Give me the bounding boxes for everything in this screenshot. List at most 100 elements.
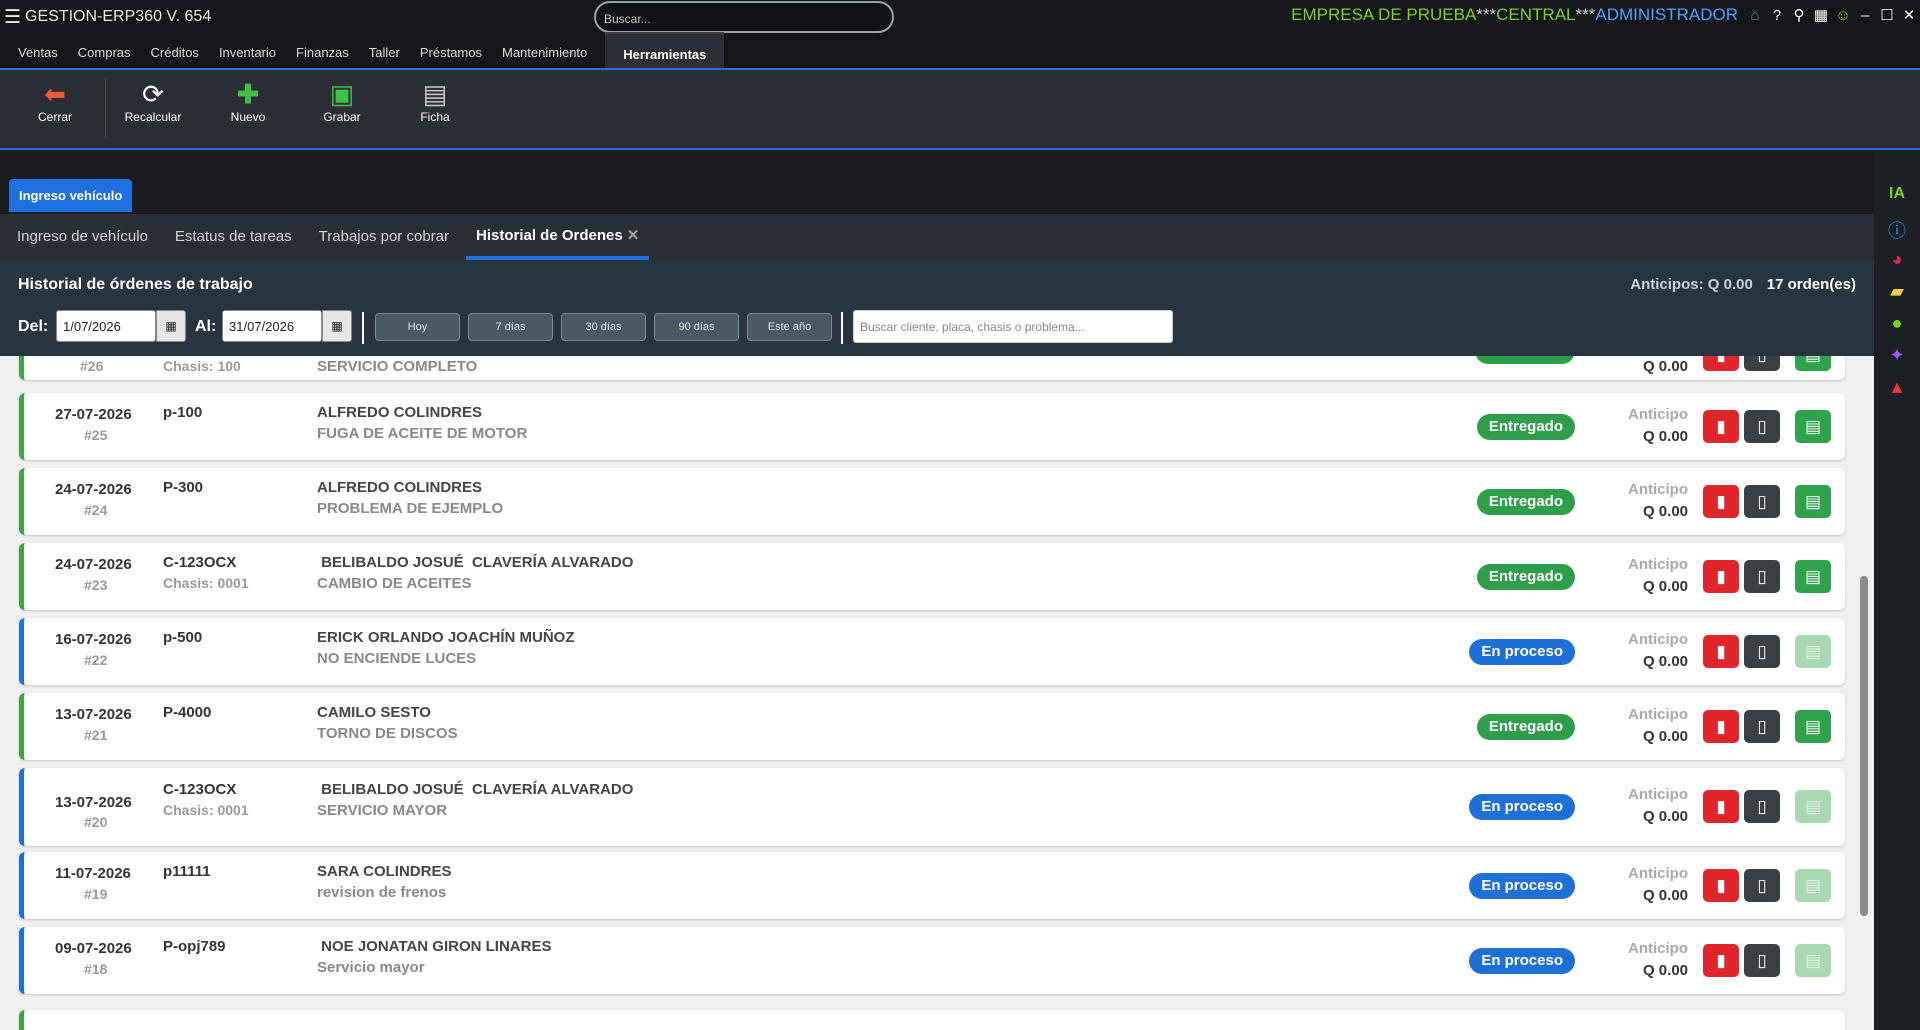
delete-button[interactable]: ▮ xyxy=(1703,944,1739,977)
order-card[interactable]: 27-07-2026 #25 p-100 ALFREDO COLINDRES FUGA … xyxy=(19,393,1845,460)
pdf-button[interactable]: ▯ xyxy=(1744,635,1780,668)
order-anticipo-amount: Q 0.00 xyxy=(1642,728,1688,745)
order-number: #23 xyxy=(84,577,108,593)
delete-button[interactable]: ▮ xyxy=(1703,710,1739,743)
menu-taller[interactable]: Taller xyxy=(359,32,410,68)
sticky-note-icon[interactable]: ▰ xyxy=(1884,281,1910,302)
order-card[interactable]: 13-07-2026 #20 C-123OCX Chasis: 0001 BELIBA… xyxy=(19,768,1845,846)
status-badge: En proceso xyxy=(1469,948,1575,974)
close-tab-icon[interactable]: ✕ xyxy=(627,227,640,244)
smiley-icon[interactable]: ☺ xyxy=(1832,7,1854,24)
recalculate-label: Recalcular xyxy=(124,110,182,124)
order-card[interactable]: 09-07-2026 #18 P-opj789 NOE JONATAN GIRON … xyxy=(19,927,1845,994)
anticipo-label: Anticipo xyxy=(1628,481,1688,498)
menu-prestamos[interactable]: Préstamos xyxy=(410,32,492,68)
pdf-button[interactable]: ▯ xyxy=(1744,869,1780,902)
invoice-button[interactable]: ▤ xyxy=(1795,710,1831,743)
delete-button[interactable]: ▮ xyxy=(1703,485,1739,518)
calendar-from-icon[interactable]: ▦ xyxy=(156,310,186,342)
order-anticipo-amount: Q 0.00 xyxy=(1642,578,1688,595)
menu-inventario[interactable]: Inventario xyxy=(209,32,286,68)
date-to-input[interactable]: 31/07/2026 xyxy=(222,310,322,342)
anticipo-label: Anticipo xyxy=(1628,631,1688,648)
anticipo-label: Anticipo xyxy=(1628,406,1688,423)
info-icon[interactable]: ⓘ xyxy=(1884,217,1910,243)
order-anticipo-amount: Q 0.00 xyxy=(1642,808,1688,825)
delete-button[interactable]: ▮ xyxy=(1703,410,1739,443)
status-badge: En proceso xyxy=(1469,873,1575,899)
list-scrollbar[interactable] xyxy=(1856,356,1874,1030)
doc-tab-ingreso-vehiculo[interactable]: Ingreso vehículo xyxy=(9,179,133,212)
tab-estatus-tareas[interactable]: Estatus de tareas xyxy=(165,214,302,260)
7-days-button[interactable]: 7 días xyxy=(468,313,553,341)
invoice-button[interactable]: ▤ xyxy=(1795,410,1831,443)
save-label: Grabar xyxy=(323,110,361,124)
help-icon[interactable]: ? xyxy=(1766,7,1788,24)
save-button[interactable]: ▣ Grabar xyxy=(302,78,382,124)
order-card-partial-bottom[interactable] xyxy=(19,1010,1845,1030)
delete-button[interactable]: ▮ xyxy=(1703,790,1739,823)
calendar-icon[interactable]: ▦ xyxy=(1810,6,1832,24)
sheet-button[interactable]: ▤ Ficha xyxy=(395,78,475,124)
menu-compras[interactable]: Compras xyxy=(68,32,141,68)
invoice-button[interactable]: ▤ xyxy=(1795,356,1831,371)
delete-button[interactable]: ▮ xyxy=(1703,635,1739,668)
ia-icon[interactable]: IA xyxy=(1884,185,1910,203)
minimize-icon[interactable]: – xyxy=(1854,7,1876,24)
puzzle-icon[interactable]: ✦ xyxy=(1884,345,1910,366)
90-days-button[interactable]: 90 días xyxy=(654,313,739,341)
calendar-to-icon[interactable]: ▦ xyxy=(322,310,352,342)
today-button[interactable]: Hoy xyxy=(375,313,460,341)
order-problem: SERVICIO MAYOR xyxy=(317,802,448,819)
delete-button[interactable]: ▮ xyxy=(1703,560,1739,593)
recalculate-button[interactable]: ⟳ Recalcular xyxy=(113,78,193,124)
close-button[interactable]: ⬅ Cerrar xyxy=(15,78,95,124)
tab-historial-ordenes[interactable]: Historial de Ordenes ✕ xyxy=(466,214,650,260)
pdf-button[interactable]: ▯ xyxy=(1744,560,1780,593)
orders-search-input[interactable]: Buscar cliente, placa, chasis o problema… xyxy=(853,310,1173,343)
delete-button[interactable]: ▮ xyxy=(1703,356,1739,371)
document-icon: ▤ xyxy=(422,79,448,109)
pdf-button[interactable]: ▯ xyxy=(1744,944,1780,977)
dashboard-icon[interactable]: ◕ xyxy=(1884,249,1910,270)
this-year-button[interactable]: Este año xyxy=(747,313,832,341)
user-name: ADMINISTRADOR xyxy=(1595,5,1738,24)
scrollbar-thumb[interactable] xyxy=(1860,576,1868,916)
pdf-button[interactable]: ▯ xyxy=(1744,410,1780,443)
menu-ventas[interactable]: Ventas xyxy=(8,32,68,68)
order-card-partial[interactable]: #26 Chasis: 100 SERVICIO COMPLETO Q 0.00… xyxy=(19,356,1845,380)
menu-mantenimiento[interactable]: Mantenimiento xyxy=(492,32,597,68)
order-card[interactable]: 13-07-2026 #21 P-4000 CAMILO SESTO TORNO DE … xyxy=(19,693,1845,760)
order-card[interactable]: 24-07-2026 #23 C-123OCX Chasis: 0001 BELIBA… xyxy=(19,543,1845,610)
order-card[interactable]: 11-07-2026 #19 p11111 SARA COLINDRES revisio… xyxy=(19,852,1845,919)
delete-button[interactable]: ▮ xyxy=(1703,869,1739,902)
menu-creditos[interactable]: Créditos xyxy=(141,32,209,68)
tab-ingreso-vehiculo[interactable]: Ingreso de vehículo xyxy=(7,214,158,260)
date-from-input[interactable]: 1/07/2026 xyxy=(56,310,156,342)
warning-icon[interactable]: ▲ xyxy=(1884,377,1910,398)
invoice-button[interactable]: ▤ xyxy=(1795,560,1831,593)
new-button[interactable]: ✚ Nuevo xyxy=(208,78,288,124)
invoice-button[interactable]: ▤ xyxy=(1795,485,1831,518)
order-client: ALFREDO COLINDRES xyxy=(317,479,482,496)
pdf-button[interactable]: ▯ xyxy=(1744,485,1780,518)
tab-trabajos-por-cobrar[interactable]: Trabajos por cobrar xyxy=(309,214,459,260)
hamburger-menu-icon[interactable]: ☰ xyxy=(4,6,21,29)
pdf-button[interactable]: ▯ xyxy=(1744,356,1780,371)
order-chasis: Chasis: 0001 xyxy=(163,575,249,591)
user-icon[interactable]: ● xyxy=(1884,313,1910,334)
menu-finanzas[interactable]: Finanzas xyxy=(286,32,359,68)
pdf-button[interactable]: ▯ xyxy=(1744,790,1780,823)
search-icon[interactable]: ⚲ xyxy=(1788,6,1810,24)
menu-herramientas[interactable]: Herramientas xyxy=(605,32,725,68)
order-card[interactable]: 24-07-2026 #24 P-300 ALFREDO COLINDRES PROBL… xyxy=(19,468,1845,535)
home-icon[interactable]: ⌂ xyxy=(1744,7,1766,24)
global-search-input[interactable]: Buscar... xyxy=(594,1,894,33)
order-anticipo-amount: Q 0.00 xyxy=(1642,887,1688,904)
pdf-button[interactable]: ▯ xyxy=(1744,710,1780,743)
maximize-icon[interactable]: ☐ xyxy=(1876,6,1898,24)
order-card[interactable]: 16-07-2026 #22 p-500 ERICK ORLANDO JOACHÍN … xyxy=(19,618,1845,685)
order-client: ALFREDO COLINDRES xyxy=(317,404,482,421)
30-days-button[interactable]: 30 días xyxy=(561,313,646,341)
close-icon[interactable]: ✕ xyxy=(1898,6,1920,24)
